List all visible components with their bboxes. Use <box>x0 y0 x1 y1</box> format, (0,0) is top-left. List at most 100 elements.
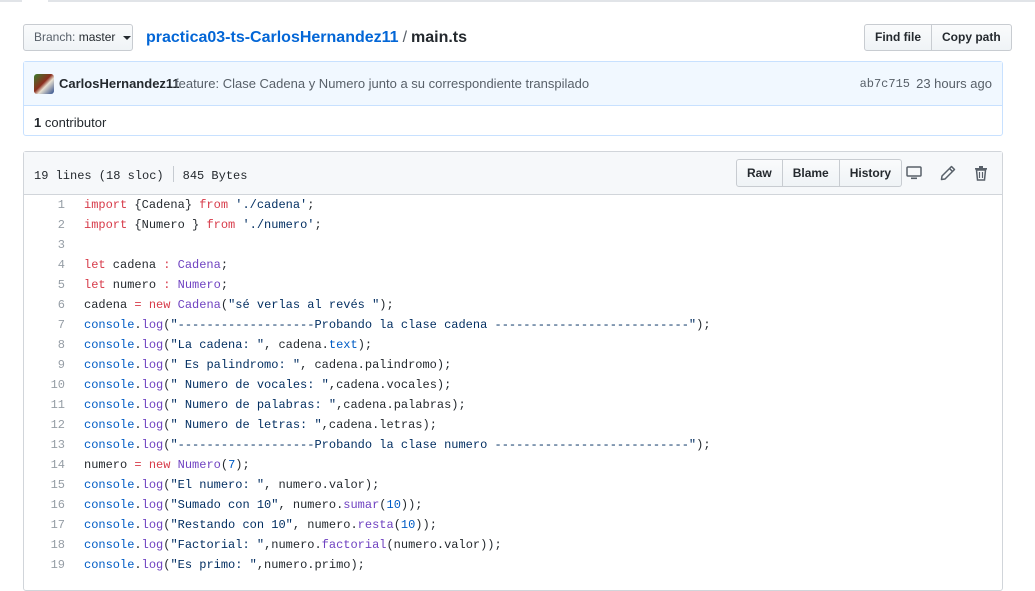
code-token: resta <box>357 518 394 532</box>
line-number[interactable]: 4 <box>24 255 74 275</box>
line-number[interactable]: 6 <box>24 295 74 315</box>
line-number[interactable]: 8 <box>24 335 74 355</box>
code-token: "Es primo: " <box>170 558 257 572</box>
contributors-row[interactable]: 1 contributor <box>24 106 1002 139</box>
raw-button[interactable]: Raw <box>736 159 783 187</box>
file-header: 19 lines (18 sloc) 845 Bytes Raw Blame Hi… <box>24 152 1002 195</box>
code-token: console <box>84 518 135 532</box>
code-token: console <box>84 318 135 332</box>
code-token: log <box>141 538 164 552</box>
code-view: 1 import {Cadena} from './cadena'; 2 import… <box>24 195 1002 575</box>
code-token: "-------------------Probando la clase nu… <box>170 438 697 452</box>
branch-select-button[interactable]: Branch: master <box>23 24 133 51</box>
code-token: "Factorial: " <box>170 538 265 552</box>
file-nav-buttons: Find file Copy path <box>864 24 1012 51</box>
code-token: . <box>134 398 142 412</box>
code-token: log <box>141 558 164 572</box>
code-token: ( <box>379 498 387 512</box>
commit-age: 23 hours ago <box>916 76 992 91</box>
code-token: )); <box>415 518 437 532</box>
code-token: './cadena' <box>235 198 308 212</box>
line-code: numero = new Numero(7); <box>74 455 250 475</box>
line-number[interactable]: 3 <box>24 235 74 255</box>
line-number[interactable]: 12 <box>24 415 74 435</box>
line-number[interactable]: 13 <box>24 435 74 455</box>
code-token: ); <box>235 458 250 472</box>
file-name: main.ts <box>411 29 468 46</box>
line-number[interactable]: 14 <box>24 455 74 475</box>
line-number[interactable]: 1 <box>24 195 74 215</box>
desktop-icon[interactable] <box>906 165 922 185</box>
line-number[interactable]: 9 <box>24 355 74 375</box>
commit-author-link[interactable]: CarlosHernandez11 <box>59 76 180 91</box>
line-number[interactable]: 19 <box>24 555 74 575</box>
code-token: . <box>134 318 142 332</box>
line-number[interactable]: 7 <box>24 315 74 335</box>
code-token: Numero <box>177 278 221 292</box>
line-code: console.log ("Restando con 10", numero.re… <box>74 515 437 535</box>
line-code: console.log("Factorial: ",numero.factori… <box>74 535 502 555</box>
blame-button[interactable]: Blame <box>782 159 840 187</box>
code-token: ; <box>220 278 229 292</box>
line-number[interactable]: 17 <box>24 515 74 535</box>
code-token: import <box>84 218 128 232</box>
code-token: . <box>134 418 142 432</box>
code-token: log <box>141 418 164 432</box>
code-token: console <box>84 478 135 492</box>
code-token: log <box>141 518 164 532</box>
code-token: from <box>199 198 229 212</box>
code-token: {Cadena} <box>127 198 200 212</box>
line-number[interactable]: 16 <box>24 495 74 515</box>
code-token: "El numero: " <box>170 478 265 492</box>
avatar[interactable] <box>34 74 54 94</box>
code-token: " Numero de palabras: " <box>170 398 337 412</box>
code-line: 19 console.log("Es primo: ",numero.primo)… <box>24 555 1002 575</box>
code-token: cadena <box>84 298 135 312</box>
code-token: numero <box>105 278 164 292</box>
line-number[interactable]: 15 <box>24 475 74 495</box>
trash-icon[interactable] <box>973 165 989 185</box>
code-line: 9 console.log(" Es palindromo: ", cadena.… <box>24 355 1002 375</box>
code-token: " Es palindromo: " <box>170 358 301 372</box>
commit-sha-link[interactable]: ab7c715 <box>860 77 910 91</box>
line-code: console.log("Es primo: ",numero.primo); <box>74 555 365 575</box>
line-number[interactable]: 10 <box>24 375 74 395</box>
contributor-label: contributor <box>44 115 107 130</box>
code-token: = <box>134 298 142 312</box>
code-token: console <box>84 398 135 412</box>
code-token: "-------------------Probando la clase ca… <box>170 318 697 332</box>
code-token: ,cadena.letras); <box>321 418 437 432</box>
code-token: " Numero de vocales: " <box>170 378 329 392</box>
code-line: 10 console.log(" Numero de vocales: ",cad… <box>24 375 1002 395</box>
code-token: ,numero. <box>264 538 322 552</box>
code-line: 12 console.log(" Numero de letras: ",cade… <box>24 415 1002 435</box>
copy-path-button[interactable]: Copy path <box>932 24 1012 51</box>
line-code: console.log("La cadena: ", cadena.text); <box>74 335 372 355</box>
code-token: . <box>134 538 142 552</box>
commit-tease: CarlosHernandez11 feature: Clase Cadena … <box>23 61 1003 136</box>
line-number[interactable]: 5 <box>24 275 74 295</box>
line-number[interactable]: 11 <box>24 395 74 415</box>
line-number[interactable]: 18 <box>24 535 74 555</box>
code-token: ( <box>393 518 401 532</box>
code-line: 4 let cadena : Cadena; <box>24 255 1002 275</box>
line-number[interactable]: 2 <box>24 215 74 235</box>
line-code: console.log("-------------------Probando… <box>74 435 711 455</box>
breadcrumb-separator: / <box>402 29 408 46</box>
code-token: console <box>84 438 135 452</box>
history-button[interactable]: History <box>839 159 903 187</box>
code-token: log <box>141 318 164 332</box>
commit-message-link[interactable]: feature: Clase Cadena y Numero junto a s… <box>175 76 589 91</box>
branch-name: master <box>78 30 116 44</box>
line-code: let cadena : Cadena; <box>74 255 228 275</box>
repo-link[interactable]: practica03-ts-CarlosHernandez11 <box>146 29 399 46</box>
code-token: 10 <box>386 498 401 512</box>
code-line: 7 console.log("-------------------Proband… <box>24 315 1002 335</box>
code-token: log <box>141 338 164 352</box>
find-file-button[interactable]: Find file <box>864 24 932 51</box>
pencil-icon[interactable] <box>940 165 956 185</box>
latest-commit-row: CarlosHernandez11 feature: Clase Cadena … <box>24 62 1002 106</box>
